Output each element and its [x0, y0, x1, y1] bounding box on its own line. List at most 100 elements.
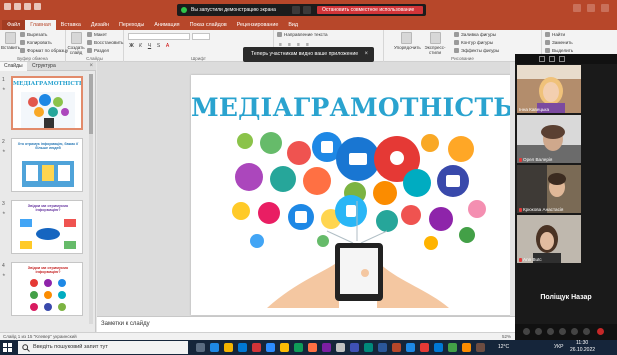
shape-outline-button[interactable]: Контур фигуры [454, 40, 493, 45]
notes-pane[interactable]: Заметки к слайду [97, 316, 515, 332]
tab-file[interactable]: Файл [2, 20, 26, 30]
video-icon[interactable] [535, 328, 542, 335]
stop-sharing-button[interactable]: Остановить совместное использование [317, 6, 423, 14]
shape-fill-button[interactable]: Заливка фигуры [454, 32, 496, 37]
text-direction-button[interactable]: Направление текста [277, 32, 328, 37]
cut-button[interactable]: Вырезать [20, 32, 47, 37]
app-icon[interactable] [322, 343, 331, 352]
replace-button[interactable]: Заменить [545, 40, 573, 45]
quick-styles-button[interactable]: Экспресс-стили [422, 32, 448, 55]
share-screen-icon[interactable] [571, 328, 578, 335]
app-icon[interactable] [434, 343, 443, 352]
app-icon[interactable] [336, 343, 345, 352]
weather-temperature[interactable]: 12°C [498, 344, 509, 350]
maximize-icon[interactable] [587, 4, 595, 12]
chrome-icon[interactable] [280, 343, 289, 352]
clock-time[interactable]: 11:30 [576, 340, 588, 346]
section-button[interactable]: Раздел [87, 48, 109, 53]
tab-view[interactable]: Вид [283, 20, 303, 30]
store-icon[interactable] [238, 343, 247, 352]
share-options-icon[interactable] [303, 6, 311, 14]
app-icon[interactable] [420, 343, 429, 352]
save-icon[interactable] [4, 3, 11, 10]
tab-slides[interactable]: Слайды [0, 62, 27, 71]
toast-close-icon[interactable]: × [364, 47, 368, 62]
app-icon[interactable] [476, 343, 485, 352]
mic-muted-icon [519, 257, 522, 262]
select-button[interactable]: Выделить [545, 48, 573, 53]
powerpoint-icon[interactable] [392, 343, 401, 352]
font-size-field[interactable] [192, 33, 210, 40]
app-icon[interactable] [364, 343, 373, 352]
arrange-button[interactable]: Упорядочить [394, 32, 421, 50]
tab-animations[interactable]: Анимация [149, 20, 184, 30]
input-language[interactable]: УКР [554, 344, 563, 350]
leave-meeting-icon[interactable] [597, 328, 604, 335]
app-icon[interactable] [308, 343, 317, 352]
tab-review[interactable]: Рецензирование [232, 20, 284, 30]
slide-title[interactable]: МЕДІАГРАМОТНІСТЬ [191, 93, 514, 122]
chat-icon[interactable] [559, 328, 566, 335]
grid-view-icon[interactable] [559, 56, 565, 62]
underline-icon[interactable]: Ч [146, 43, 153, 50]
current-slide[interactable]: МЕДІАГРАМОТНІСТЬ [191, 75, 514, 315]
word-icon[interactable] [378, 343, 387, 352]
pane-close-icon[interactable]: × [89, 62, 93, 71]
strikethrough-icon[interactable]: S [155, 43, 162, 50]
microphone-icon[interactable] [523, 328, 530, 335]
layout-button[interactable]: Макет [87, 32, 107, 37]
slide-thumbnail-4[interactable]: Звідки ми отримуємо інформацію? [11, 262, 83, 316]
font-name-field[interactable] [128, 33, 190, 40]
undo-icon[interactable] [14, 3, 21, 10]
mail-icon[interactable] [252, 343, 261, 352]
pane-scrollbar-thumb[interactable] [89, 74, 93, 134]
app-icon[interactable] [294, 343, 303, 352]
customize-icon[interactable] [34, 3, 41, 10]
app-icon[interactable] [462, 343, 471, 352]
zoom-icon[interactable] [266, 343, 275, 352]
participants-icon[interactable] [547, 328, 554, 335]
reactions-icon[interactable] [583, 328, 590, 335]
reset-button[interactable]: Восстановить [87, 40, 123, 45]
app-icon[interactable] [448, 343, 457, 352]
tab-design[interactable]: Дизайн [86, 20, 114, 30]
pause-share-icon[interactable] [292, 6, 300, 14]
slide-thumbnail-3[interactable]: Звідки ми отримуємо інформацію? [11, 200, 83, 254]
gallery-view-icon[interactable] [549, 56, 555, 62]
tab-insert[interactable]: Вставка [56, 20, 86, 30]
participant-tile[interactable]: Крюкова Анастасія [517, 165, 581, 213]
slide-thumbnail-1[interactable]: МЕДІАГРАМОТНІСТЬ [11, 76, 83, 130]
task-view-icon[interactable] [196, 343, 205, 352]
tab-slideshow[interactable]: Показ слайдов [185, 20, 232, 30]
close-icon[interactable] [601, 4, 609, 12]
bold-icon[interactable]: Ж [128, 43, 135, 50]
find-button[interactable]: Найти [545, 32, 565, 37]
clock-date[interactable]: 26.10.2022 [570, 347, 595, 353]
pane-scrollbar[interactable] [89, 74, 93, 324]
slide-thumbnail-2[interactable]: Хто отримує інформацію, бажає її більше … [11, 138, 83, 192]
windows-start-icon[interactable] [3, 343, 12, 352]
participant-name-text: Ann Butc [523, 257, 542, 262]
participant-tile[interactable]: Орел Валерія [517, 115, 581, 163]
tab-outline[interactable]: Структура [28, 62, 60, 71]
redo-icon[interactable] [24, 3, 31, 10]
format-painter-button[interactable]: Формат по образцу [20, 48, 68, 53]
app-icon[interactable] [406, 343, 415, 352]
minimize-icon[interactable] [573, 4, 581, 12]
font-color-icon[interactable]: A [164, 43, 171, 50]
file-explorer-icon[interactable] [224, 343, 233, 352]
edge-icon[interactable] [210, 343, 219, 352]
speaker-view-icon[interactable] [539, 56, 545, 62]
taskbar-search-box[interactable]: Введіть пошуковий запит тут [18, 341, 188, 354]
participant-tile[interactable]: Інна Кавецька [517, 65, 581, 113]
new-slide-button[interactable]: Создать слайд [67, 32, 85, 55]
participant-tile[interactable]: Ann Butc [517, 215, 581, 263]
replace-label: Заменить [552, 40, 573, 45]
shape-effects-button[interactable]: Эффекты фигуры [454, 48, 499, 53]
copy-button[interactable]: Копировать [20, 40, 52, 45]
italic-icon[interactable]: К [137, 43, 144, 50]
paste-button[interactable]: Вставить [1, 32, 20, 50]
tab-transitions[interactable]: Переходы [114, 20, 149, 30]
tab-home[interactable]: Главная [25, 20, 56, 30]
app-icon[interactable] [350, 343, 359, 352]
